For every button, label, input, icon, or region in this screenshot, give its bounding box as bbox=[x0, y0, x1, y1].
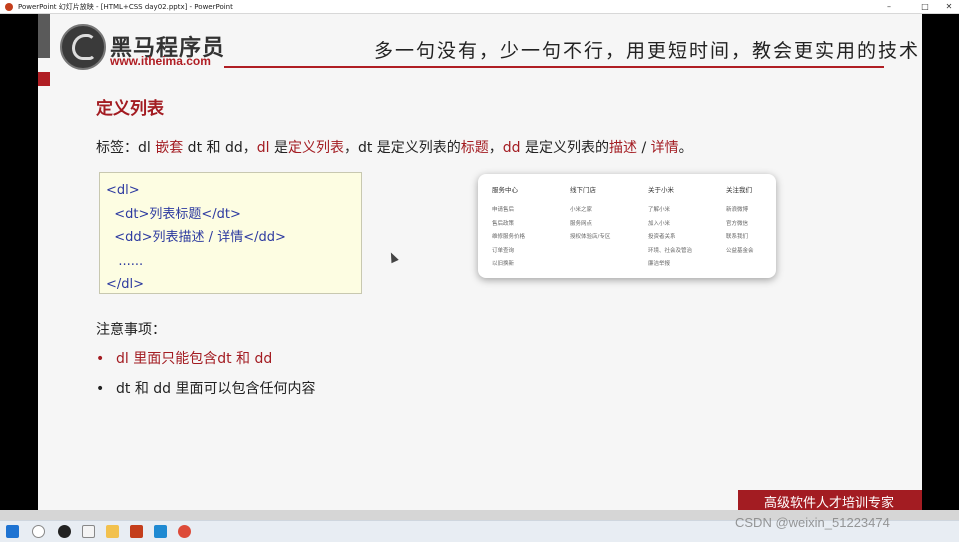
header-slogan: 多一句没有，少一句不行，用更短时间，教会更实用的技术! bbox=[374, 40, 922, 62]
code-line: <dd>列表描述 / 详情</dd> bbox=[106, 230, 286, 245]
windows-start-icon[interactable] bbox=[6, 525, 19, 538]
tagline-part: 是定义列表的 bbox=[520, 140, 610, 156]
code-line: <dt>列表标题</dt> bbox=[106, 206, 241, 222]
notes-title: 注意事项： bbox=[96, 322, 166, 338]
text-editor-icon[interactable] bbox=[82, 525, 95, 538]
right-letterbox bbox=[922, 14, 959, 510]
footer-item: 订单查询 bbox=[492, 247, 515, 254]
window-titlebar: PowerPoint 幻灯片放映 - [HTML+CSS day02.pptx]… bbox=[0, 0, 959, 14]
footer-column: 服务中心 申请售后 售后政策 维修服务价格 订单查询 以旧换新 bbox=[492, 184, 525, 272]
tagline-part: / bbox=[637, 140, 651, 156]
tagline-part: 标题 bbox=[460, 140, 489, 156]
footer-item: 公益基金会 bbox=[726, 247, 754, 254]
footer-item: 维修服务价格 bbox=[492, 234, 526, 241]
footer-column-heading: 关于小米 bbox=[648, 186, 674, 194]
maximize-icon[interactable]: □ bbox=[917, 1, 933, 13]
code-line: <dl> bbox=[106, 183, 140, 198]
tagline-part: 描述 bbox=[609, 140, 638, 156]
footer-item: 环境、社会及管治 bbox=[648, 247, 693, 254]
footer-item: 小米之家 bbox=[570, 207, 593, 213]
obs-icon[interactable] bbox=[58, 525, 71, 538]
tagline-part: 详情 bbox=[650, 140, 679, 156]
bullet-item: • dl 里面只能包含dt 和 dd bbox=[96, 348, 272, 368]
footer-column: 关注我们 新浪微博 官方微信 联系我们 公益基金会 bbox=[726, 184, 754, 258]
tagline: 标签：dl 嵌套 dt 和 dd，dl 是定义列表，dt 是定义列表的标题，dd… bbox=[96, 137, 693, 157]
bullet-dot: • bbox=[96, 381, 105, 397]
close-icon[interactable]: ✕ bbox=[941, 1, 957, 13]
tagline-part: 嵌套 bbox=[155, 140, 184, 156]
tagline-part: dd bbox=[502, 140, 521, 156]
vscode-icon[interactable] bbox=[154, 525, 167, 538]
banner-text: 高级软件人才培训专家 bbox=[764, 496, 895, 510]
footer-column-heading: 服务中心 bbox=[492, 186, 518, 194]
footer-item: 售后政策 bbox=[492, 220, 515, 227]
footer-item: 投资者关系 bbox=[648, 234, 676, 241]
code-line: ...... bbox=[106, 253, 144, 269]
footer-item: 加入小米 bbox=[648, 220, 671, 227]
left-letterbox bbox=[0, 14, 38, 510]
footer-item: 授权体验店/专区 bbox=[570, 234, 611, 241]
tagline-part: ， bbox=[488, 140, 503, 156]
tagline-part: ，dt 是定义列表的 bbox=[343, 140, 461, 156]
bullet-item: • dt 和 dd 里面可以包含任何内容 bbox=[96, 378, 316, 398]
footer-column-heading: 关注我们 bbox=[726, 186, 752, 194]
powerpoint-taskbar-icon[interactable] bbox=[130, 525, 143, 538]
footer-example-image: 服务中心 申请售后 售后政策 维修服务价格 订单查询 以旧换新 线下门店 小米之… bbox=[478, 174, 776, 278]
footer-item: 廉洁举报 bbox=[648, 261, 671, 268]
footer-item: 新浪微博 bbox=[726, 207, 749, 213]
tagline-part: dt 和 dd， bbox=[183, 140, 257, 156]
footer-item: 以旧换新 bbox=[492, 261, 515, 268]
bullet-text: dl 里面只能包含dt 和 dd bbox=[116, 351, 273, 367]
footer-item: 申请售后 bbox=[492, 207, 515, 213]
bullet-dot: • bbox=[96, 351, 105, 367]
footer-column-heading: 线下门店 bbox=[570, 186, 596, 194]
csdn-watermark: CSDN @weixin_51223474 bbox=[735, 515, 890, 530]
footer-item: 了解小米 bbox=[648, 207, 671, 213]
header-grey-tab bbox=[38, 14, 50, 58]
slide-canvas: 黑马程序员 www.itheima.com 多一句没有，少一句不行，用更短时间，… bbox=[38, 14, 922, 510]
header-red-tab bbox=[38, 72, 50, 86]
tagline-part: dl bbox=[256, 140, 270, 156]
horse-logo-icon bbox=[60, 24, 106, 70]
minimize-icon[interactable]: – bbox=[881, 1, 897, 13]
tagline-part: 是 bbox=[269, 140, 288, 156]
folder-icon[interactable] bbox=[106, 525, 119, 538]
slide-title: 定义列表 bbox=[96, 99, 164, 119]
header-divider bbox=[224, 66, 884, 68]
code-line: </dl> bbox=[106, 277, 145, 292]
footer-item: 服务网点 bbox=[570, 220, 593, 227]
mouse-cursor-icon bbox=[387, 250, 399, 264]
tagline-part: 定义列表 bbox=[287, 140, 344, 156]
tagline-part: 标签：dl bbox=[96, 140, 156, 156]
footer-column: 线下门店 小米之家 服务网点 授权体验店/专区 bbox=[570, 184, 610, 245]
tagline-part: 。 bbox=[678, 140, 693, 156]
footer-item: 联系我们 bbox=[726, 234, 749, 241]
footer-item: 官方微信 bbox=[726, 220, 749, 227]
search-icon[interactable] bbox=[32, 525, 45, 538]
bullet-text: dt 和 dd 里面可以包含任何内容 bbox=[116, 381, 316, 397]
window-title: PowerPoint 幻灯片放映 - [HTML+CSS day02.pptx]… bbox=[18, 3, 233, 11]
logo-url: www.itheima.com bbox=[110, 54, 211, 68]
powerpoint-icon bbox=[5, 3, 13, 11]
code-example-box: <dl> <dt>列表标题</dt> <dd>列表描述 / 详情</dd> ..… bbox=[99, 172, 362, 294]
bottom-banner: 高级软件人才培训专家 bbox=[738, 490, 922, 510]
footer-column: 关于小米 了解小米 加入小米 投资者关系 环境、社会及管治 廉洁举报 bbox=[648, 184, 692, 272]
chrome-icon[interactable] bbox=[178, 525, 191, 538]
